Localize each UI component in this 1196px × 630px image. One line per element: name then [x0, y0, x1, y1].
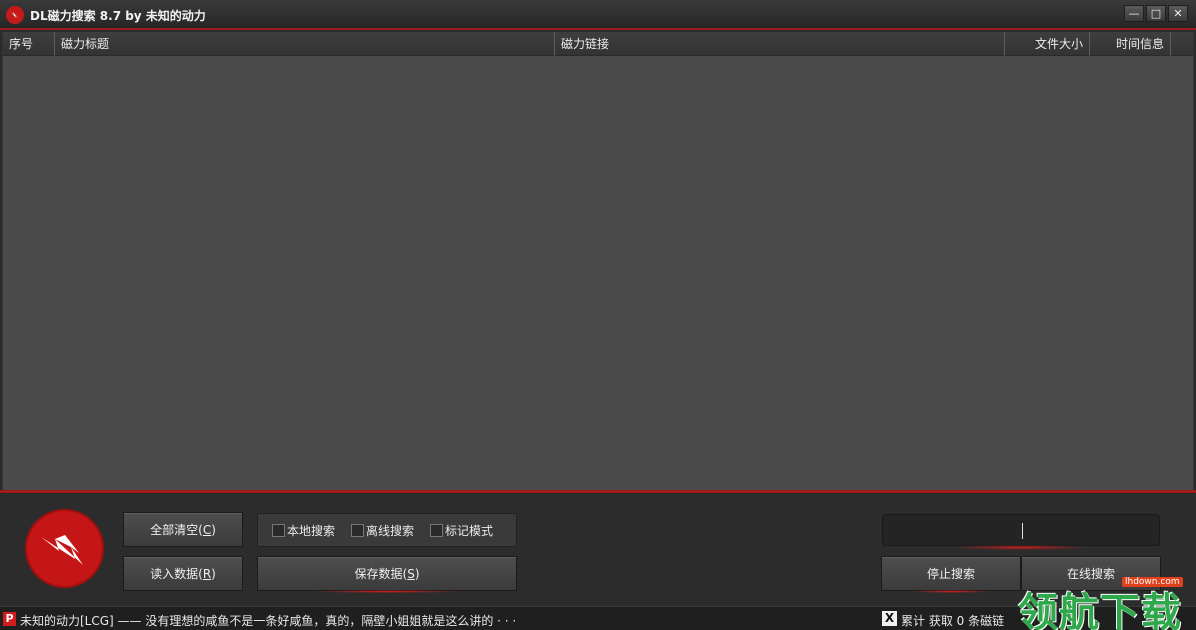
lightning-logo-icon: [25, 509, 104, 588]
close-button[interactable]: ✕: [1168, 5, 1188, 22]
column-header-time[interactable]: 时间信息: [1090, 32, 1171, 56]
column-header-index[interactable]: 序号: [3, 32, 55, 56]
stop-search-button[interactable]: 停止搜索: [881, 556, 1021, 593]
text-caret: [1022, 523, 1023, 539]
watermark: 领航下载 lhdown.com: [1016, 574, 1196, 630]
maximize-button[interactable]: □: [1146, 5, 1166, 22]
status-message: 未知的动力[LCG] —— 没有理想的咸鱼不是一条好咸鱼，真的，隔壁小姐姐就是这…: [20, 614, 517, 628]
x-status-icon: X: [882, 611, 897, 626]
magnet-count: 累计 获取 0 条磁链: [901, 614, 1005, 628]
checkbox-box[interactable]: [272, 523, 285, 537]
search-input[interactable]: [882, 514, 1160, 550]
column-header-size[interactable]: 文件大小: [1005, 32, 1090, 56]
table-body[interactable]: [3, 56, 1193, 489]
checkbox-box[interactable]: [351, 523, 365, 537]
column-header-filler: [1171, 32, 1193, 56]
load-data-button[interactable]: 读入数据(R): [123, 556, 243, 591]
results-table[interactable]: 序号 磁力标题 磁力链接 文件大小 时间信息: [2, 32, 1194, 490]
search-options-group: 本地搜索 离线搜索 标记模式: [257, 513, 517, 547]
mark-mode-checkbox[interactable]: 标记模式: [430, 522, 493, 539]
checkbox-box[interactable]: [430, 523, 444, 537]
window-controls: — □ ✕: [1124, 5, 1188, 22]
offline-search-checkbox[interactable]: 离线搜索: [351, 522, 414, 539]
local-search-checkbox[interactable]: 本地搜索: [272, 522, 335, 539]
input-glow: [952, 545, 1090, 550]
title-bar: DL磁力搜索 8.7 by 未知的动力 — □ ✕: [0, 0, 1196, 30]
window-title: DL磁力搜索 8.7 by 未知的动力: [30, 9, 206, 23]
minimize-button[interactable]: —: [1124, 5, 1144, 22]
button-glow: [909, 590, 993, 593]
column-header-link[interactable]: 磁力链接: [555, 32, 1005, 56]
save-data-button[interactable]: 保存数据(S): [257, 556, 517, 593]
clear-all-button[interactable]: 全部清空(C): [123, 512, 243, 547]
button-glow: [309, 590, 465, 593]
lightning-logo-icon: [6, 6, 24, 24]
column-header-title[interactable]: 磁力标题: [55, 32, 555, 56]
watermark-text: 领航下载: [1018, 590, 1182, 630]
brand-p-icon: P: [3, 612, 16, 626]
watermark-url: lhdown.com: [1122, 577, 1183, 587]
table-header: 序号 磁力标题 磁力链接 文件大小 时间信息: [3, 32, 1193, 56]
